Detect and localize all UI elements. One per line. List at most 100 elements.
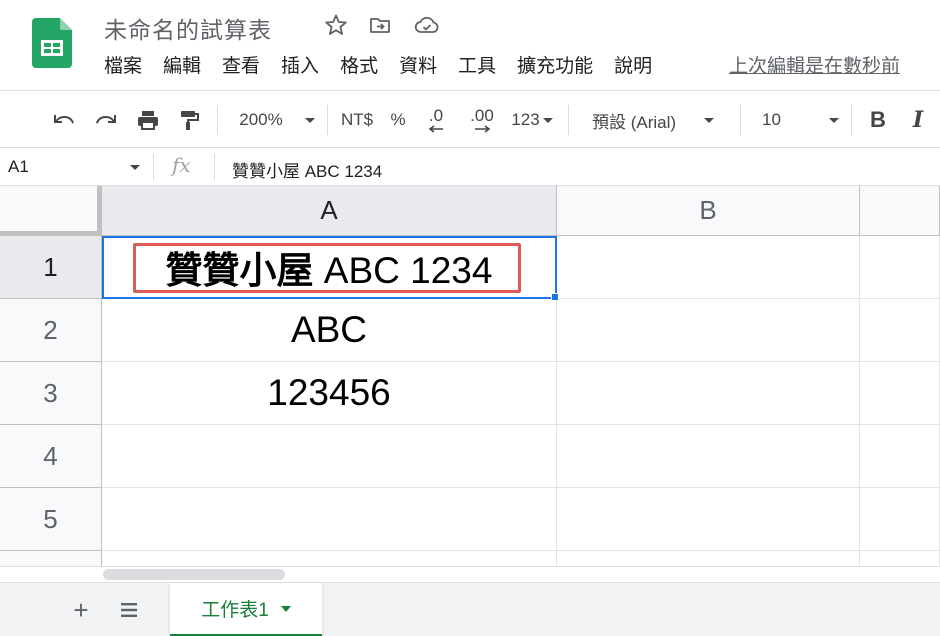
more-formats-button[interactable]: 123 bbox=[506, 91, 558, 149]
zoom-value: 200% bbox=[239, 110, 283, 129]
zoom-select[interactable]: 200% bbox=[232, 91, 322, 149]
row-header-6[interactable] bbox=[0, 551, 102, 566]
cell-a3[interactable]: 123456 bbox=[102, 362, 557, 425]
paint-format-icon[interactable] bbox=[173, 91, 205, 149]
cell-b5[interactable] bbox=[557, 488, 860, 551]
fill-handle[interactable] bbox=[551, 293, 559, 301]
percent-format-button[interactable]: % bbox=[385, 91, 411, 149]
currency-label: NT$ bbox=[340, 110, 374, 129]
cell-a5[interactable] bbox=[102, 488, 557, 551]
add-sheet-button[interactable]: + bbox=[66, 595, 96, 625]
name-box[interactable]: A1 bbox=[8, 157, 29, 177]
menu-bar: 檔案 編輯 查看 插入 格式 資料 工具 擴充功能 說明 bbox=[104, 54, 673, 82]
toolbar-divider bbox=[217, 105, 218, 135]
menu-tools[interactable]: 工具 bbox=[458, 54, 496, 82]
cell-c6[interactable] bbox=[860, 551, 940, 566]
cell-a1[interactable]: 贊贊小屋 ABC 1234 bbox=[102, 236, 557, 299]
sheet-tab-active[interactable]: 工作表1 bbox=[170, 583, 322, 636]
horizontal-scrollbar[interactable] bbox=[0, 566, 940, 582]
chevron-down-icon bbox=[542, 117, 553, 123]
cell-c4[interactable] bbox=[860, 425, 940, 488]
sheet-tab-label: 工作表1 bbox=[201, 600, 269, 621]
all-sheets-button[interactable] bbox=[114, 595, 144, 625]
google-sheets-icon[interactable] bbox=[32, 18, 72, 68]
menu-extensions[interactable]: 擴充功能 bbox=[517, 54, 593, 82]
italic-icon: I bbox=[912, 107, 924, 133]
row-header-5[interactable]: 5 bbox=[0, 488, 102, 551]
menu-file[interactable]: 檔案 bbox=[104, 54, 142, 82]
decrease-decimal-label: .0 bbox=[428, 106, 444, 125]
formula-bar: A1 fx 贊贊小屋 ABC 1234 bbox=[0, 148, 940, 186]
cell-b2[interactable] bbox=[557, 299, 860, 362]
cell-a2[interactable]: ABC bbox=[102, 299, 557, 362]
row-header-3[interactable]: 3 bbox=[0, 362, 102, 425]
move-folder-icon[interactable] bbox=[367, 12, 393, 38]
chevron-down-icon[interactable] bbox=[130, 165, 140, 170]
cell-c3[interactable] bbox=[860, 362, 940, 425]
cloud-status-icon[interactable] bbox=[414, 12, 440, 38]
menu-view[interactable]: 查看 bbox=[222, 54, 260, 82]
cell-b1[interactable] bbox=[557, 236, 860, 299]
cell-a1-latin: ABC 1234 bbox=[313, 250, 493, 291]
select-all-corner[interactable] bbox=[0, 186, 102, 236]
cell-c2[interactable] bbox=[860, 299, 940, 362]
column-header-c[interactable] bbox=[860, 186, 940, 236]
currency-format-button[interactable]: NT$ bbox=[335, 91, 379, 149]
toolbar-divider bbox=[851, 105, 852, 135]
toolbar-divider bbox=[568, 105, 569, 135]
menu-edit[interactable]: 編輯 bbox=[163, 54, 201, 82]
chevron-down-icon bbox=[304, 117, 315, 123]
function-icon: fx bbox=[172, 153, 191, 177]
bold-button[interactable]: B bbox=[864, 91, 892, 149]
cell-a6[interactable] bbox=[102, 551, 557, 566]
cell-b3[interactable] bbox=[557, 362, 860, 425]
arrow-right-icon bbox=[475, 125, 491, 133]
undo-icon[interactable] bbox=[48, 91, 80, 149]
chevron-down-icon[interactable] bbox=[280, 605, 291, 612]
font-size-value: 10 bbox=[762, 110, 781, 129]
percent-label: % bbox=[390, 110, 406, 129]
spreadsheet-grid: A B 1 贊贊小屋 ABC 1234 2 ABC 3 123456 4 5 bbox=[0, 186, 940, 566]
menu-format[interactable]: 格式 bbox=[340, 54, 378, 82]
bold-icon: B bbox=[870, 107, 886, 132]
formula-input[interactable]: 贊贊小屋 ABC 1234 bbox=[232, 157, 382, 182]
row-header-2[interactable]: 2 bbox=[0, 299, 102, 362]
toolbar-divider bbox=[740, 105, 741, 135]
arrow-left-icon bbox=[428, 125, 443, 133]
increase-decimal-button[interactable]: .00 bbox=[464, 91, 500, 149]
toolbar-divider bbox=[327, 105, 328, 135]
chevron-down-icon bbox=[704, 117, 715, 123]
column-header-b[interactable]: B bbox=[557, 186, 860, 236]
formula-divider bbox=[214, 154, 215, 180]
last-edit-link[interactable]: 上次編輯是在數秒前 bbox=[729, 54, 900, 80]
star-icon[interactable] bbox=[323, 12, 349, 38]
chevron-down-icon bbox=[828, 117, 839, 123]
menu-data[interactable]: 資料 bbox=[399, 54, 437, 82]
column-header-a[interactable]: A bbox=[102, 186, 557, 236]
toolbar: 200% NT$ % .0 .00 123 預設 (Arial) 10 B I bbox=[0, 90, 940, 148]
row-header-1[interactable]: 1 bbox=[0, 236, 102, 299]
app-header: 未命名的試算表 檔案 編輯 查看 插入 格式 資料 工具 擴充功能 說明 上次編… bbox=[0, 0, 940, 90]
redo-icon[interactable] bbox=[90, 91, 122, 149]
cell-c5[interactable] bbox=[860, 488, 940, 551]
menu-insert[interactable]: 插入 bbox=[281, 54, 319, 82]
font-size-select[interactable]: 10 bbox=[752, 91, 840, 149]
more-formats-label: 123 bbox=[511, 110, 540, 129]
sheet-tab-bar: + 工作表1 bbox=[0, 582, 940, 636]
cell-c1[interactable] bbox=[860, 236, 940, 299]
print-icon[interactable] bbox=[132, 91, 164, 149]
italic-button[interactable]: I bbox=[904, 91, 932, 149]
cell-a4[interactable] bbox=[102, 425, 557, 488]
row-header-4[interactable]: 4 bbox=[0, 425, 102, 488]
horizontal-scrollbar-thumb[interactable] bbox=[103, 569, 285, 580]
menu-help[interactable]: 說明 bbox=[614, 54, 652, 82]
cell-a1-text: 贊贊小屋 ABC 1234 bbox=[166, 240, 493, 294]
cell-a1-cjk: 贊贊小屋 bbox=[165, 250, 314, 291]
decrease-decimal-button[interactable]: .0 bbox=[420, 91, 452, 149]
document-title[interactable]: 未命名的試算表 bbox=[104, 11, 272, 45]
cell-b4[interactable] bbox=[557, 425, 860, 488]
font-family-select[interactable]: 預設 (Arial) bbox=[584, 91, 730, 149]
list-icon bbox=[121, 603, 137, 617]
cell-b6[interactable] bbox=[557, 551, 860, 566]
font-family-value: 預設 (Arial) bbox=[592, 112, 677, 132]
